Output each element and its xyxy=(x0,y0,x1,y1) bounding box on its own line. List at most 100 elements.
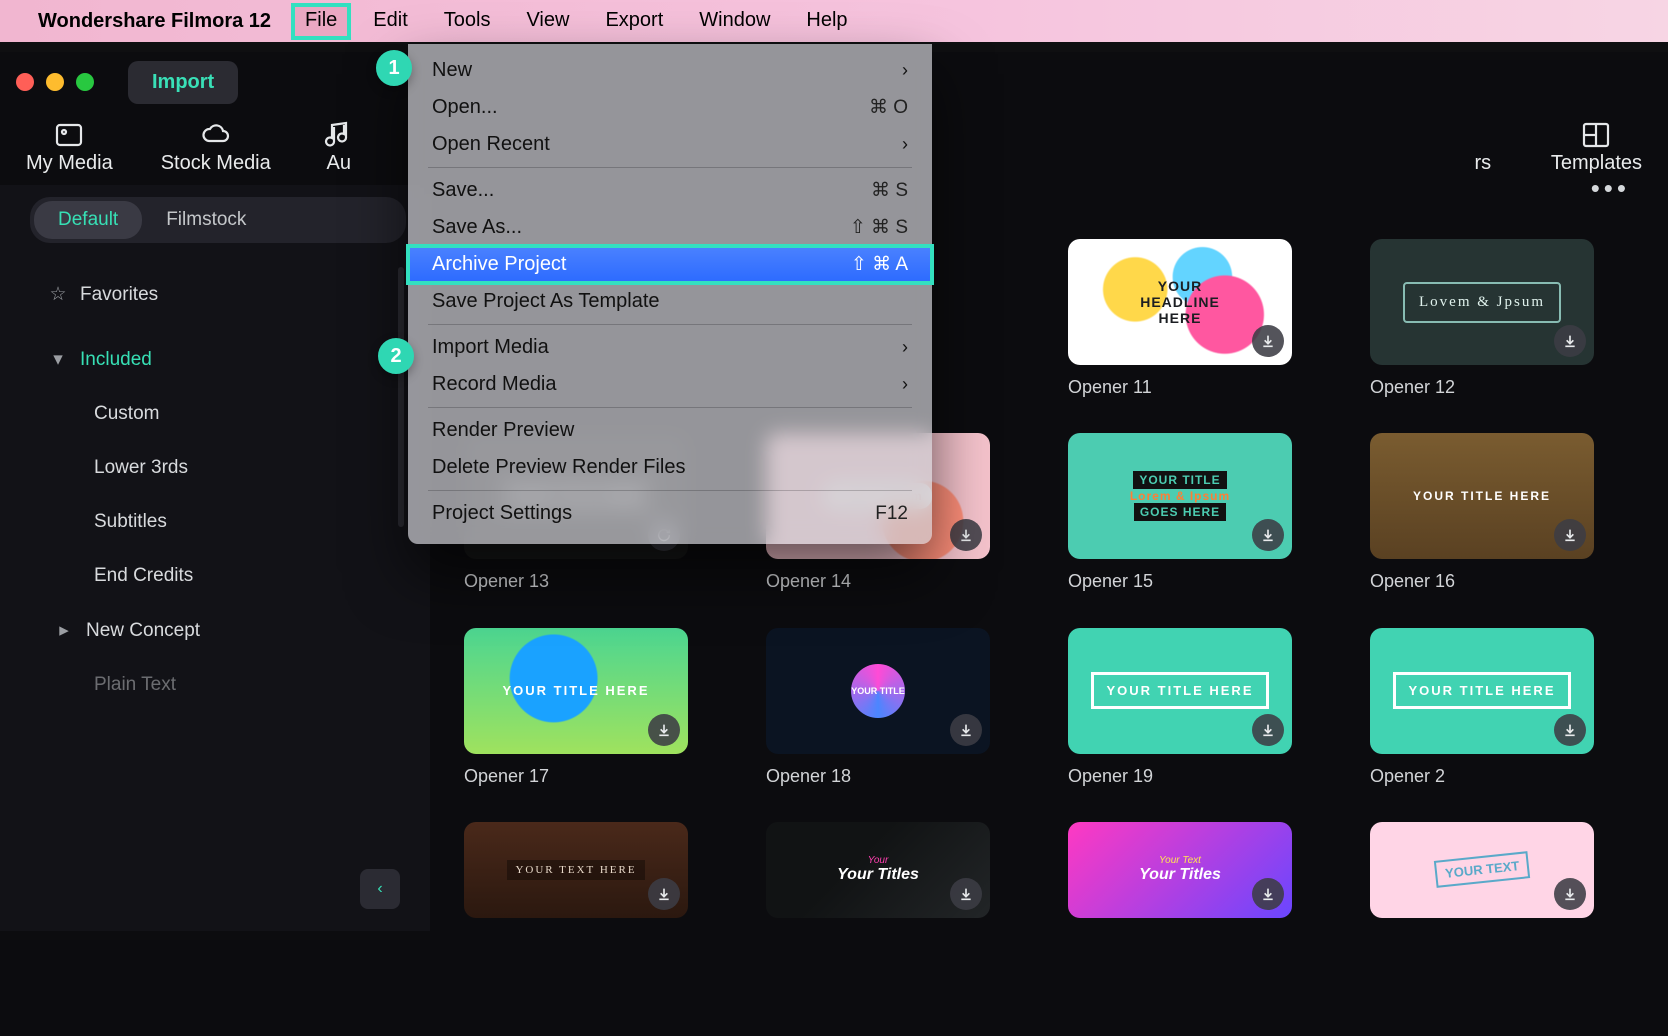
sidebar-scrollbar[interactable] xyxy=(396,267,406,685)
download-icon[interactable] xyxy=(1554,519,1586,551)
gallery-card[interactable]: Lovem & Jpsum Opener 12 xyxy=(1370,239,1594,411)
thumbnail[interactable]: YOUR TITLE HERE xyxy=(1370,628,1594,754)
file-delete-preview[interactable]: Delete Preview Render Files xyxy=(408,449,932,486)
thumb-label: Opener 15 xyxy=(1068,571,1292,592)
gallery-card[interactable]: YOUR TEXT HERE xyxy=(464,822,688,931)
file-archive-project[interactable]: Archive Project⇧ ⌘ A xyxy=(408,246,932,283)
file-menu-dropdown: New› Open...⌘ O Open Recent› Save...⌘ S … xyxy=(408,44,932,544)
gallery-card[interactable]: YOUR TITLE HERE Opener 2 xyxy=(1370,628,1594,800)
download-icon[interactable] xyxy=(1252,878,1284,910)
mac-menubar: Wondershare Filmora 12 File Edit Tools V… xyxy=(0,0,1668,42)
menu-tools[interactable]: Tools xyxy=(432,5,503,38)
sidebar-item-included[interactable]: ▾ Included xyxy=(30,332,406,387)
gallery-card[interactable]: Your TextYour Titles xyxy=(1068,822,1292,931)
tab-unknown-right[interactable]: rs xyxy=(1463,118,1503,175)
file-new[interactable]: New› xyxy=(408,52,932,89)
file-render-preview[interactable]: Render Preview xyxy=(408,412,932,449)
thumbnail[interactable]: YOUR HEADLINE HERE xyxy=(1068,239,1292,365)
download-icon[interactable] xyxy=(648,878,680,910)
thumbnail[interactable]: YOUR TEXT xyxy=(1370,822,1594,918)
sidebar-item-custom[interactable]: Custom xyxy=(30,387,406,441)
tab-templates[interactable]: Templates xyxy=(1551,118,1642,175)
sidebar-item-subtitles[interactable]: Subtitles xyxy=(30,495,406,549)
thumbnail[interactable]: YOUR TITLE Lorem & Ipsum GOES HERE xyxy=(1068,433,1292,559)
file-open-recent[interactable]: Open Recent› xyxy=(408,126,932,163)
gallery-card[interactable]: YOUR TEXT xyxy=(1370,822,1594,931)
download-icon[interactable] xyxy=(1554,878,1586,910)
gallery-card[interactable]: YOUR TITLE Opener 18 xyxy=(766,628,990,800)
chip-filmstock[interactable]: Filmstock xyxy=(142,201,270,239)
thumb-text: YOUR TITLE HERE xyxy=(1393,672,1570,709)
menu-help[interactable]: Help xyxy=(794,5,859,38)
thumb-text: Lovem & Jpsum xyxy=(1403,282,1561,323)
sidebar-item-plain-text[interactable]: Plain Text xyxy=(30,658,406,712)
download-icon[interactable] xyxy=(950,878,982,910)
thumb-text: Lorem & Ipsum xyxy=(1130,489,1230,503)
tab-stock-media[interactable]: Stock Media xyxy=(161,118,271,175)
menu-file[interactable]: File xyxy=(293,5,349,38)
thumb-label: Opener 11 xyxy=(1068,377,1292,398)
download-icon[interactable] xyxy=(648,714,680,746)
thumbnail[interactable]: YOUR TITLE HERE xyxy=(464,628,688,754)
sidebar-item-end-credits[interactable]: End Credits xyxy=(30,549,406,603)
thumb-label: Opener 14 xyxy=(766,571,990,592)
thumb-label: Opener 13 xyxy=(464,571,688,592)
chevron-right-icon: › xyxy=(902,60,908,81)
thumbnail[interactable]: Lovem & Jpsum xyxy=(1370,239,1594,365)
thumbnail[interactable]: Your TextYour Titles xyxy=(1068,822,1292,918)
download-icon[interactable] xyxy=(950,714,982,746)
gallery-card[interactable]: YOUR TITLE HERE Opener 16 xyxy=(1370,433,1594,605)
close-icon[interactable] xyxy=(16,73,34,91)
menu-separator xyxy=(428,167,912,168)
chevron-right-icon: › xyxy=(902,337,908,358)
file-record-media[interactable]: Record Media› xyxy=(408,366,932,403)
thumb-text: YOUR TEXT xyxy=(1434,851,1531,888)
media-icon xyxy=(49,118,89,152)
sidebar-collapse-icon[interactable]: ‹ xyxy=(360,869,400,909)
sidebar-item-lower-thirds[interactable]: Lower 3rds xyxy=(30,441,406,495)
thumb-text: YOUR TITLE xyxy=(851,664,905,718)
file-save-as-template[interactable]: Save Project As Template xyxy=(408,283,932,320)
source-chip-row: Default Filmstock xyxy=(30,197,406,243)
sidebar-item-favorites[interactable]: ☆ Favorites xyxy=(30,267,406,322)
download-icon[interactable] xyxy=(1554,714,1586,746)
tab-label: Stock Media xyxy=(161,152,271,175)
menu-view[interactable]: View xyxy=(514,5,581,38)
tab-label: My Media xyxy=(26,152,113,175)
thumb-label: Opener 17 xyxy=(464,766,688,787)
file-save-as[interactable]: Save As...⇧ ⌘ S xyxy=(408,209,932,246)
download-icon[interactable] xyxy=(950,519,982,551)
minimize-icon[interactable] xyxy=(46,73,64,91)
maximize-icon[interactable] xyxy=(76,73,94,91)
thumbnail[interactable]: YourYour Titles xyxy=(766,822,990,918)
download-icon[interactable] xyxy=(1252,325,1284,357)
gallery-card[interactable]: YOUR TITLE HERE Opener 17 xyxy=(464,628,688,800)
thumbnail[interactable]: YOUR TITLE HERE xyxy=(1370,433,1594,559)
thumb-text: Your Text xyxy=(1139,855,1221,866)
gallery-card[interactable]: YOUR HEADLINE HERE Opener 11 xyxy=(1068,239,1292,411)
sidebar-item-label: Favorites xyxy=(80,284,158,306)
download-icon[interactable] xyxy=(1252,714,1284,746)
sidebar-item-new-concept[interactable]: ▸New Concept xyxy=(30,603,406,658)
menu-window[interactable]: Window xyxy=(687,5,782,38)
import-button[interactable]: Import xyxy=(128,61,238,104)
gallery-card[interactable]: YOUR TITLE Lorem & Ipsum GOES HERE Opene… xyxy=(1068,433,1292,605)
menu-export[interactable]: Export xyxy=(593,5,675,38)
tab-audio-partial[interactable]: Au xyxy=(319,118,359,175)
menu-edit[interactable]: Edit xyxy=(361,5,419,38)
thumb-text: Your Titles xyxy=(837,866,919,884)
download-icon[interactable] xyxy=(1252,519,1284,551)
gallery-card[interactable]: YOUR TITLE HERE Opener 19 xyxy=(1068,628,1292,800)
thumbnail[interactable]: YOUR TITLE HERE xyxy=(1068,628,1292,754)
thumbnail[interactable]: YOUR TITLE xyxy=(766,628,990,754)
thumbnail[interactable]: YOUR TEXT HERE xyxy=(464,822,688,918)
more-menu-icon[interactable]: ••• xyxy=(1591,173,1630,204)
tab-my-media[interactable]: My Media xyxy=(26,118,113,175)
file-import-media[interactable]: Import Media› xyxy=(408,329,932,366)
chip-default[interactable]: Default xyxy=(34,201,142,239)
file-save[interactable]: Save...⌘ S xyxy=(408,172,932,209)
file-project-settings[interactable]: Project SettingsF12 xyxy=(408,495,932,532)
gallery-card[interactable]: YourYour Titles xyxy=(766,822,990,931)
file-open[interactable]: Open...⌘ O xyxy=(408,89,932,126)
download-icon[interactable] xyxy=(1554,325,1586,357)
